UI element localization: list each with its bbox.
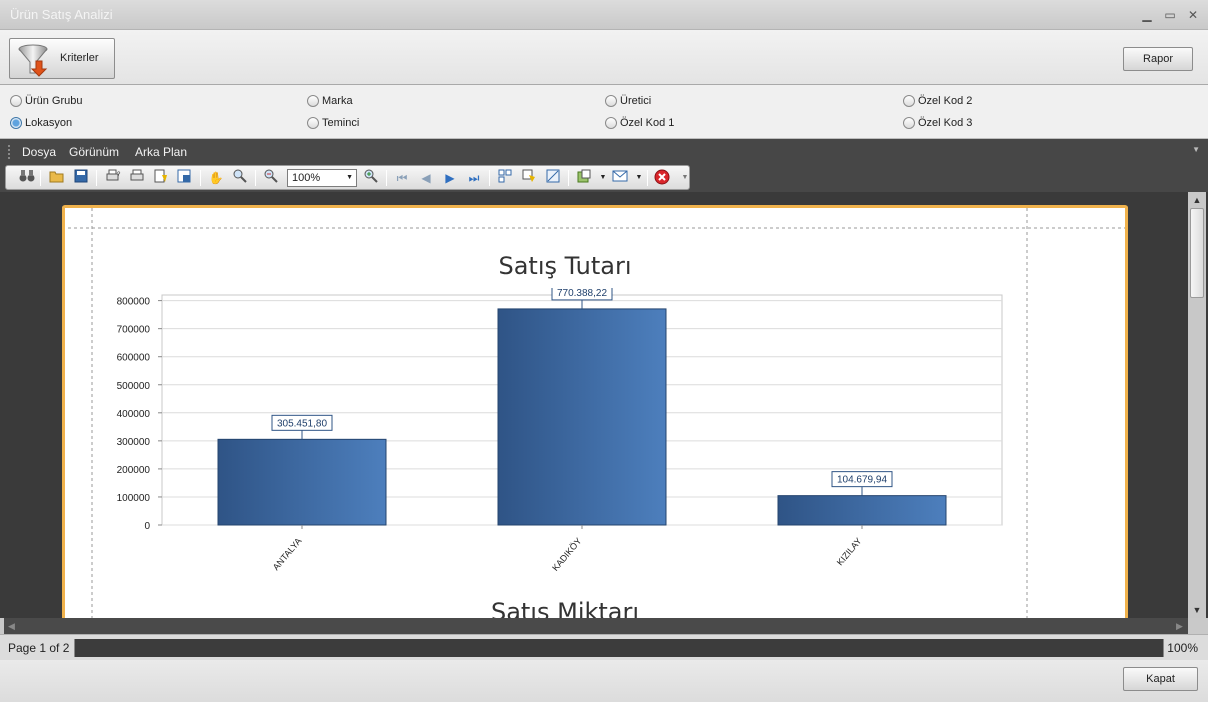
y-tick-label: 300000: [117, 437, 151, 448]
radio-label: Ürün Grubu: [25, 95, 83, 107]
svg-text:?: ?: [117, 172, 121, 178]
radio-dot[interactable]: [903, 117, 915, 129]
toolbar-overflow-icon[interactable]: ▼: [676, 169, 694, 187]
y-tick-label: 0: [144, 521, 150, 532]
radio-dot[interactable]: [10, 95, 22, 107]
previous-page-icon[interactable]: ◀: [417, 169, 435, 187]
bar-antalya: [217, 438, 387, 526]
close-button[interactable]: Kapat: [1123, 667, 1198, 691]
quick-print-icon[interactable]: [152, 169, 170, 187]
close-preview-icon[interactable]: [653, 169, 671, 187]
zoom-indicator[interactable]: 100%: [1167, 641, 1198, 655]
radio-label: Özel Kod 3: [918, 117, 973, 129]
radio-label: Özel Kod 1: [620, 117, 675, 129]
print-preview-menubar: Dosya Görünüm Arka Plan ▼: [0, 139, 1208, 164]
export-icon[interactable]: [575, 169, 593, 187]
radio-dot[interactable]: [605, 117, 617, 129]
close-window-button[interactable]: ✕: [1184, 6, 1202, 24]
print-preview-toolbar-row: ? ✋ 100% ▼ ⏮ ◀ ▶ ⏭ ▼ ▼ ▼: [0, 164, 1208, 192]
magnifier-icon[interactable]: [231, 169, 249, 187]
radio-dot[interactable]: [605, 95, 617, 107]
criteria-button-label: Kriterler: [60, 52, 99, 64]
zoom-value: 100%: [292, 172, 321, 184]
criteria-button[interactable]: Kriterler: [9, 38, 115, 79]
bar-kizilay: [777, 495, 947, 526]
save-icon[interactable]: [72, 169, 90, 187]
zoom-in-icon[interactable]: [362, 169, 380, 187]
bar-kadiköy: [497, 308, 667, 526]
print-icon[interactable]: [128, 169, 146, 187]
filter-funnel-icon: [18, 44, 48, 77]
watermark-icon[interactable]: [544, 169, 562, 187]
radio-dot[interactable]: [307, 117, 319, 129]
radio-dot[interactable]: [10, 117, 22, 129]
scroll-right-icon[interactable]: ▶: [1176, 618, 1183, 634]
menubar-options-icon[interactable]: ▼: [1192, 145, 1200, 154]
last-page-icon[interactable]: ⏭: [465, 169, 483, 187]
x-tick-label: ANTALYA: [271, 536, 304, 572]
first-page-icon[interactable]: ⏮: [393, 169, 411, 187]
chevron-down-icon[interactable]: ▼: [346, 170, 353, 186]
data-label: 770.388,22: [557, 288, 607, 299]
grouping-options: Ürün Grubu Marka Üretici Özel Kod 2 Loka…: [0, 85, 1208, 139]
sales-amount-chart: 0 100000 200000 300000 400000 500000 600000 700…: [117, 288, 1003, 573]
chart-title-sales-amount: Satış Tutarı: [498, 252, 632, 280]
export-dropdown-icon[interactable]: ▼: [594, 169, 612, 187]
window-titlebar: Ürün Satış Analizi ▁ ▭ ✕: [0, 0, 1208, 30]
page-setup-icon[interactable]: [176, 169, 194, 187]
data-label: 305.451,80: [277, 418, 327, 429]
report-page: Satış Tutarı 0 100000 200000 300000 400000 50…: [62, 205, 1128, 625]
print-preview-toolbar: ? ✋ 100% ▼ ⏮ ◀ ▶ ⏭ ▼ ▼ ▼: [5, 165, 690, 190]
radio-label: Teminci: [322, 117, 360, 129]
y-tick-label: 800000: [117, 297, 151, 308]
maximize-button[interactable]: ▭: [1161, 6, 1179, 24]
vertical-scrollbar[interactable]: ▲ ▼: [1188, 192, 1206, 618]
y-tick-label: 400000: [117, 409, 151, 420]
y-tick-label: 100000: [117, 493, 151, 504]
menu-gorunum[interactable]: Görünüm: [69, 145, 119, 159]
scroll-down-icon[interactable]: ▼: [1188, 602, 1206, 618]
x-tick-label: KIZILAY: [835, 536, 864, 568]
report-button[interactable]: Rapor: [1123, 47, 1193, 71]
minimize-button[interactable]: ▁: [1138, 6, 1156, 24]
scroll-up-icon[interactable]: ▲: [1188, 192, 1206, 208]
radio-label: Özel Kod 2: [918, 95, 973, 107]
x-tick-label: KADIKÖY: [550, 536, 583, 573]
y-tick-label: 500000: [117, 381, 151, 392]
hand-tool-icon[interactable]: ✋: [207, 169, 225, 187]
email-dropdown-icon[interactable]: ▼: [630, 169, 648, 187]
top-toolbar: Kriterler Rapor: [0, 30, 1208, 85]
menu-dosya[interactable]: Dosya: [22, 145, 56, 159]
radio-label: Lokasyon: [25, 117, 73, 129]
bottom-bar: Kapat: [0, 660, 1208, 702]
background-color-icon[interactable]: [520, 169, 538, 187]
find-binoculars-icon[interactable]: [18, 169, 36, 187]
progress-bar: [74, 639, 1164, 657]
send-email-icon[interactable]: [611, 169, 629, 187]
data-label: 104.679,94: [837, 475, 887, 486]
multiple-pages-icon[interactable]: [496, 169, 514, 187]
horizontal-scrollbar[interactable]: ◀ ▶: [4, 618, 1188, 634]
y-tick-label: 700000: [117, 325, 151, 336]
radio-label: Marka: [322, 95, 353, 107]
zoom-combobox[interactable]: 100% ▼: [287, 169, 357, 187]
page-indicator: Page 1 of 2: [8, 641, 70, 655]
radio-label: Üretici: [620, 95, 652, 107]
window-title: Ürün Satış Analizi: [10, 7, 113, 22]
radio-dot[interactable]: [903, 95, 915, 107]
zoom-out-icon[interactable]: [262, 169, 280, 187]
radio-dot[interactable]: [307, 95, 319, 107]
menubar-grip[interactable]: [8, 145, 11, 159]
scroll-thumb[interactable]: [1190, 208, 1204, 298]
next-page-icon[interactable]: ▶: [441, 169, 459, 187]
open-folder-icon[interactable]: [48, 169, 66, 187]
y-tick-label: 200000: [117, 465, 151, 476]
y-tick-label: 600000: [117, 353, 151, 364]
menu-arka-plan[interactable]: Arka Plan: [135, 145, 187, 159]
scroll-left-icon[interactable]: ◀: [8, 618, 15, 634]
print-setup-icon[interactable]: ?: [104, 169, 122, 187]
status-bar: Page 1 of 2 100%: [0, 634, 1208, 660]
